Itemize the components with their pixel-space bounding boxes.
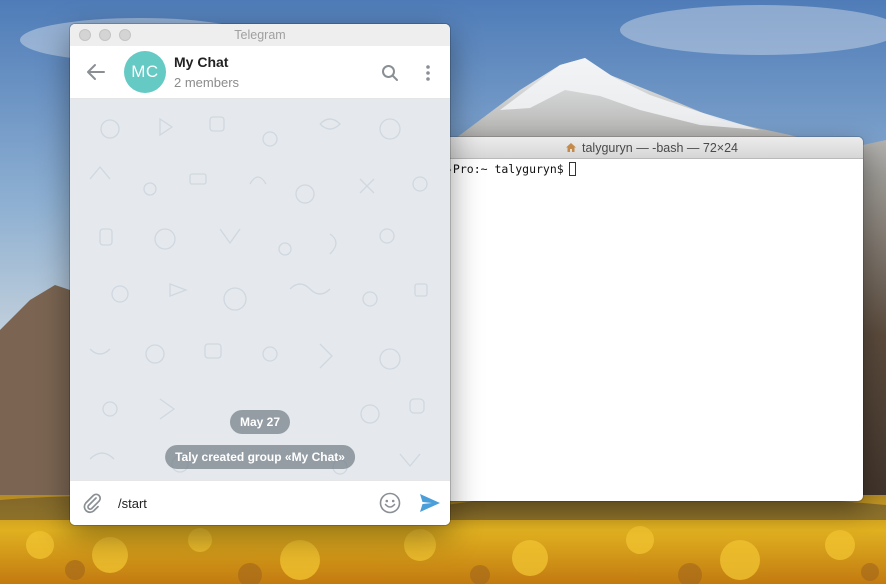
more-vertical-icon — [426, 64, 430, 81]
message-history[interactable]: May 27 Taly created group «My Chat» — [70, 99, 450, 480]
terminal-window[interactable]: talyguryn — -bash — 72×24 -Pro:~ talygur… — [440, 137, 863, 501]
telegram-titlebar[interactable]: Telegram — [70, 24, 450, 46]
terminal-prompt: -Pro:~ talyguryn$ — [446, 162, 564, 176]
terminal-content[interactable]: -Pro:~ talyguryn$ — [440, 159, 863, 176]
search-button[interactable] — [378, 61, 402, 85]
smiley-icon — [379, 492, 401, 514]
attach-button[interactable] — [70, 492, 114, 514]
message-composer — [70, 480, 450, 525]
terminal-cursor — [568, 162, 576, 176]
terminal-titlebar[interactable]: talyguryn — -bash — 72×24 — [440, 137, 863, 159]
header-actions — [378, 46, 440, 99]
chat-header: MC My Chat 2 members — [70, 46, 450, 99]
home-icon — [565, 142, 577, 153]
send-icon — [420, 494, 440, 512]
emoji-button[interactable] — [370, 492, 410, 514]
back-button[interactable] — [74, 46, 118, 99]
send-button[interactable] — [410, 493, 450, 513]
chat-avatar[interactable]: MC — [124, 51, 166, 93]
window-title: Telegram — [234, 28, 286, 42]
window-controls — [79, 29, 131, 41]
minimize-window-button[interactable] — [99, 29, 111, 41]
telegram-window[interactable]: Telegram MC My Chat 2 members May 27 Tal… — [70, 24, 450, 525]
terminal-title: talyguryn — -bash — 72×24 — [582, 140, 738, 155]
close-window-button[interactable] — [79, 29, 91, 41]
chat-info[interactable]: My Chat 2 members — [174, 54, 239, 90]
search-icon — [382, 64, 398, 81]
message-input[interactable] — [118, 488, 370, 518]
chat-member-count: 2 members — [174, 75, 240, 90]
service-message: Taly created group «My Chat» — [165, 445, 355, 469]
more-options-button[interactable] — [416, 61, 440, 85]
zoom-window-button[interactable] — [119, 29, 131, 41]
date-separator: May 27 — [229, 410, 291, 434]
arrow-left-icon — [87, 64, 105, 80]
paperclip-icon — [83, 493, 102, 514]
chat-title: My Chat — [174, 54, 229, 70]
